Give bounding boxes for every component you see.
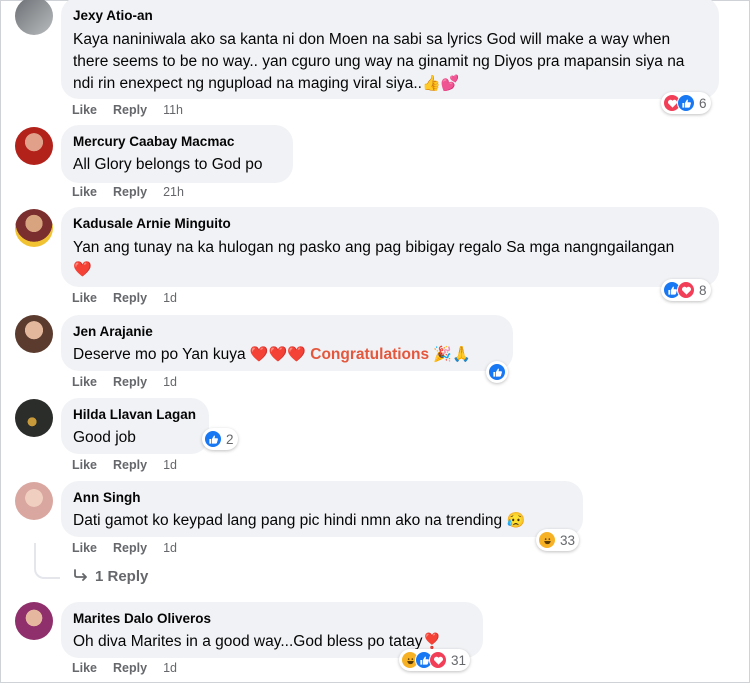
like-button[interactable]: Like: [72, 103, 97, 117]
like-button[interactable]: Like: [72, 541, 97, 555]
love-reaction-icon: [429, 651, 447, 669]
comment-actions: Like Reply 1d: [72, 541, 193, 555]
avatar[interactable]: [15, 482, 53, 520]
reaction-summary[interactable]: [486, 361, 508, 383]
commenter-name[interactable]: Ann Singh: [73, 489, 571, 507]
comment-emoji: ❤️: [73, 261, 92, 278]
commenter-name[interactable]: Hilda Llavan Lagan: [73, 406, 197, 424]
comment-actions: Like Reply 1d: [72, 458, 193, 472]
like-reaction-icon: [488, 363, 506, 381]
comment-text-body: Kaya naniniwala ako sa kanta ni don Moen…: [73, 31, 685, 92]
comment-text: Kaya naniniwala ako sa kanta ni don Moen…: [73, 29, 707, 95]
like-reaction-icon: [204, 430, 222, 448]
comment-timestamp[interactable]: 1d: [163, 541, 177, 555]
like-button[interactable]: Like: [72, 291, 97, 305]
commenter-name[interactable]: Jen Arajanie: [73, 323, 501, 341]
view-replies-link[interactable]: 1 Reply: [73, 568, 148, 585]
comment-bubble: Mercury Caabay Macmac All Glory belongs …: [61, 125, 293, 183]
like-reaction-icon: [677, 94, 695, 112]
like-button[interactable]: Like: [72, 661, 97, 675]
comment-actions: Like Reply 1d: [72, 375, 193, 389]
comment-text: Yan ang tunay na ka hulogan ng pasko ang…: [73, 237, 693, 281]
reaction-count: 33: [560, 532, 576, 548]
reply-arrow-icon: [73, 568, 89, 585]
comment-timestamp[interactable]: 1d: [163, 458, 177, 472]
congratulations-highlight[interactable]: Congratulations: [310, 346, 429, 363]
like-button[interactable]: Like: [72, 375, 97, 389]
reply-button[interactable]: Reply: [113, 103, 147, 117]
avatar[interactable]: [15, 209, 53, 247]
reply-button[interactable]: Reply: [113, 375, 147, 389]
comment-emoji: 👍💕: [421, 75, 460, 92]
comment-actions: Like Reply 1d: [72, 661, 193, 675]
like-button[interactable]: Like: [72, 458, 97, 472]
heart-emojis: ❤️❤️❤️: [249, 346, 306, 363]
avatar[interactable]: [15, 127, 53, 165]
comment-bubble: Jexy Atio-an Kaya naniniwala ako sa kant…: [61, 0, 719, 99]
comment-bubble: Hilda Llavan Lagan Good job: [61, 398, 209, 454]
comment-text: All Glory belongs to God po: [73, 156, 263, 173]
thread-connector-line: [34, 543, 60, 579]
comment-text: Good job: [73, 429, 136, 446]
comment-actions: Like Reply 21h: [72, 185, 200, 199]
commenter-name[interactable]: Mercury Caabay Macmac: [73, 133, 281, 151]
like-button[interactable]: Like: [72, 185, 97, 199]
comment-text-body: Deserve mo po Yan kuya: [73, 346, 246, 363]
commenter-name[interactable]: Marites Dalo Oliveros: [73, 610, 471, 628]
comment-bubble: Ann Singh Dati gamot ko keypad lang pang…: [61, 481, 583, 537]
reaction-summary[interactable]: 33: [536, 529, 580, 551]
comment-bubble: Kadusale Arnie Minguito Yan ang tunay na…: [61, 207, 719, 287]
comment-emoji: 😥: [506, 512, 526, 529]
reply-button[interactable]: Reply: [113, 458, 147, 472]
avatar[interactable]: [15, 0, 53, 35]
comment-actions: Like Reply 1d: [72, 291, 193, 305]
comment-emoji: 🎉🙏: [433, 346, 471, 363]
reply-button[interactable]: Reply: [113, 291, 147, 305]
comment-timestamp[interactable]: 11h: [163, 103, 183, 117]
reaction-summary[interactable]: 8: [661, 279, 711, 301]
reaction-count: 6: [699, 95, 707, 111]
comment-text-body: Dati gamot ko keypad lang pang pic hindi…: [73, 512, 503, 529]
comment-timestamp[interactable]: 1d: [163, 375, 177, 389]
reply-button[interactable]: Reply: [113, 185, 147, 199]
haha-reaction-icon: [538, 531, 556, 549]
view-replies-label: 1 Reply: [95, 568, 149, 585]
comment-timestamp[interactable]: 1d: [163, 291, 177, 305]
comment-timestamp[interactable]: 21h: [163, 185, 184, 199]
reaction-count: 2: [226, 431, 234, 447]
comment-text: Deserve mo po Yan kuya ❤️❤️❤️ Congratula…: [73, 344, 501, 366]
comment-text-body: Oh diva Marites in a good way...God bles…: [73, 633, 423, 650]
reply-button[interactable]: Reply: [113, 661, 147, 675]
love-reaction-icon: [677, 281, 695, 299]
comment-section: Jexy Atio-an Kaya naniniwala ako sa kant…: [0, 0, 750, 683]
reply-button[interactable]: Reply: [113, 541, 147, 555]
comment-text-body: Yan ang tunay na ka hulogan ng pasko ang…: [73, 239, 675, 256]
reaction-summary[interactable]: 6: [661, 92, 711, 114]
commenter-name[interactable]: Kadusale Arnie Minguito: [73, 215, 707, 233]
comment-actions: Like Reply 11h: [72, 103, 199, 117]
comment-bubble: Jen Arajanie Deserve mo po Yan kuya ❤️❤️…: [61, 315, 513, 371]
reaction-count: 8: [699, 282, 707, 298]
avatar[interactable]: [15, 315, 53, 353]
reaction-count: 31: [451, 652, 467, 668]
comment-emoji: ❣️: [422, 633, 442, 650]
reaction-summary[interactable]: 31: [399, 649, 471, 671]
comment-text: Dati gamot ko keypad lang pang pic hindi…: [73, 510, 571, 532]
avatar[interactable]: [15, 399, 53, 437]
avatar[interactable]: [15, 602, 53, 640]
commenter-name[interactable]: Jexy Atio-an: [73, 7, 707, 25]
comment-timestamp[interactable]: 1d: [163, 661, 177, 675]
reaction-summary[interactable]: 2: [202, 428, 238, 450]
